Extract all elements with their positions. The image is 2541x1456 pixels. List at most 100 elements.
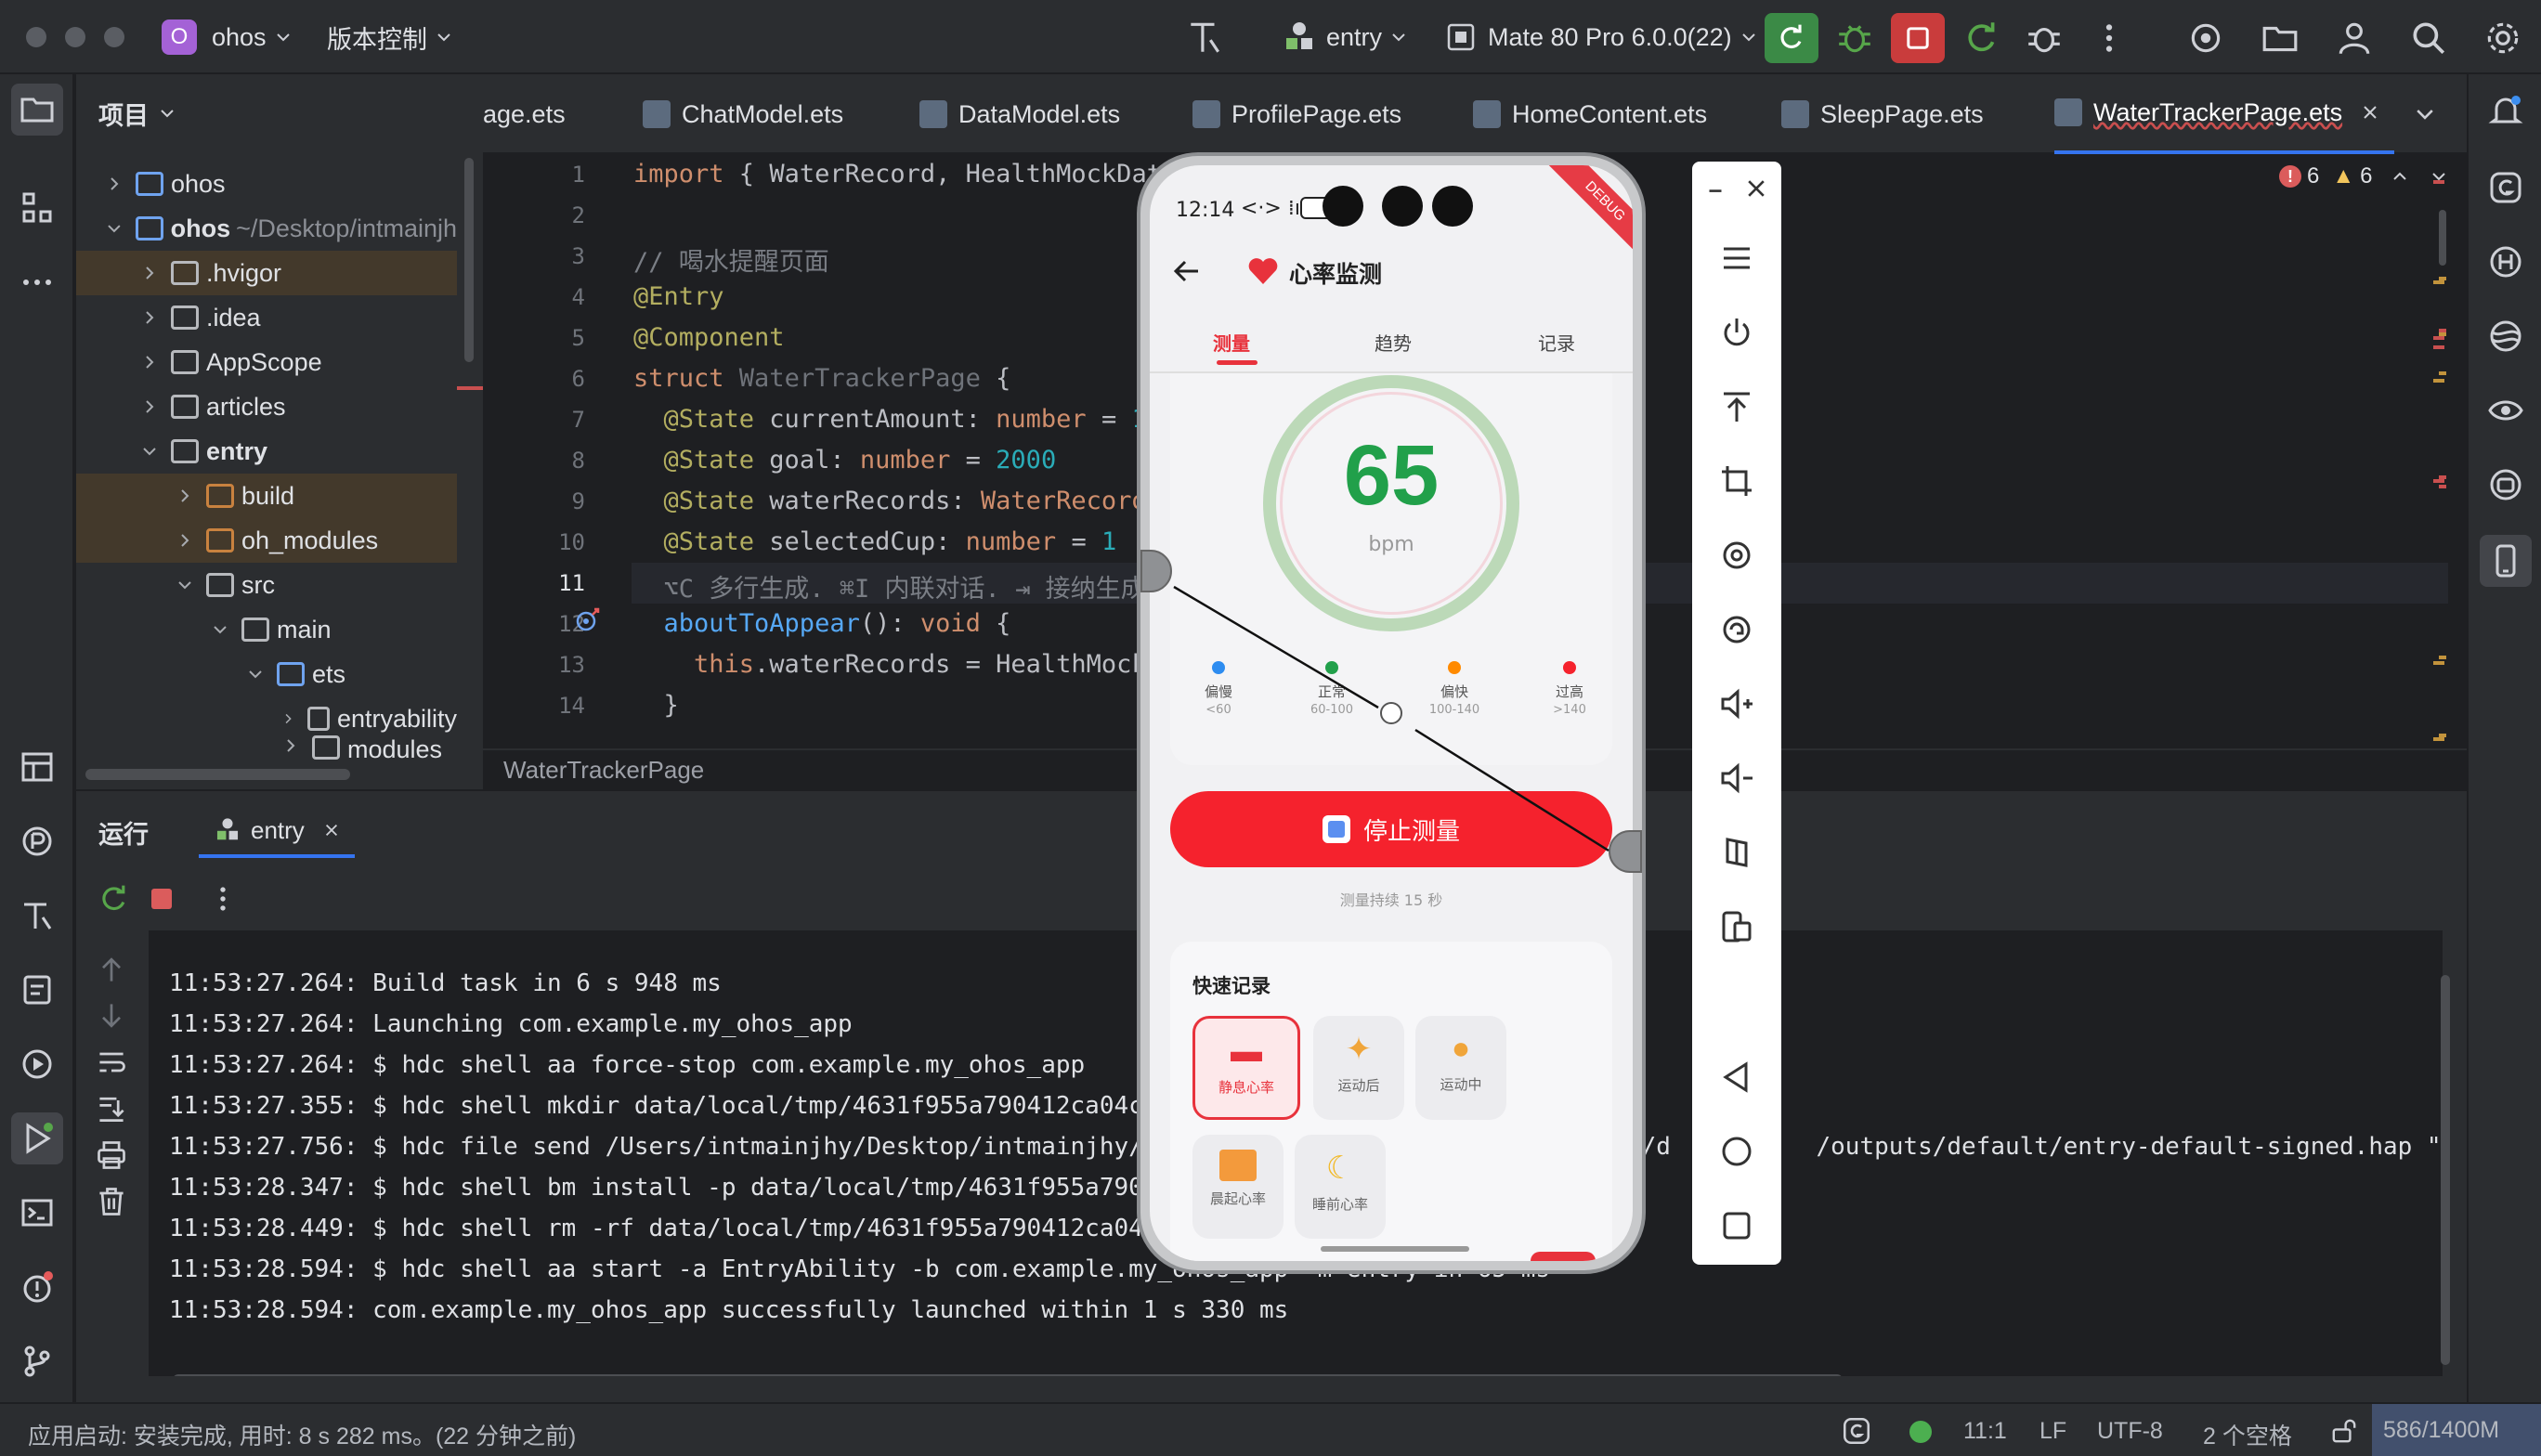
pin-top-icon[interactable] (1718, 388, 1755, 425)
project-panel-header[interactable]: 项目 (98, 93, 176, 134)
implements-marker-icon[interactable] (574, 605, 602, 633)
tree-item[interactable]: src (76, 563, 457, 607)
close-window-button[interactable] (26, 27, 46, 47)
profiler-icon[interactable] (19, 823, 56, 860)
tab-records[interactable]: 记录 (1538, 329, 1575, 356)
minimize-icon[interactable] (1703, 176, 1727, 201)
scroll-down-icon[interactable] (95, 999, 128, 1033)
vcs-menu[interactable]: 版本控制 (327, 19, 453, 56)
print-icon[interactable] (95, 1138, 128, 1172)
recents-nav-icon[interactable] (1718, 1207, 1755, 1244)
scroll-to-end-icon[interactable] (95, 1092, 128, 1125)
tree-item[interactable]: modules (76, 735, 457, 763)
preview-icon[interactable] (2487, 392, 2524, 429)
caret-position[interactable]: 11:1 (1963, 1418, 2007, 1445)
todo-icon[interactable] (19, 971, 56, 1008)
close-icon[interactable] (323, 822, 340, 838)
tree-scrollbar[interactable] (464, 158, 474, 362)
structure-icon[interactable] (19, 189, 56, 227)
line-separator[interactable]: LF (2039, 1418, 2066, 1445)
robot-icon[interactable] (2487, 466, 2524, 503)
notifications-icon[interactable] (2487, 93, 2524, 130)
run-icon[interactable] (19, 1120, 56, 1157)
memory-indicator[interactable]: 586/1400M (2372, 1404, 2541, 1456)
quick-item-resting[interactable]: ▬ 静息心率 (1192, 1016, 1300, 1120)
project-selector[interactable]: O ohos (162, 19, 293, 56)
quick-item-morning[interactable]: 晨起心率 (1192, 1135, 1284, 1239)
quick-item-after-exercise[interactable]: ✦ 运动后 (1313, 1016, 1404, 1120)
rerun-button[interactable] (1765, 13, 1818, 63)
warning-stripe[interactable] (2439, 656, 2446, 659)
debug-icon[interactable] (1835, 19, 1874, 58)
folder-icon[interactable] (19, 91, 56, 128)
error-stripe[interactable] (2433, 336, 2444, 340)
layout-icon[interactable] (19, 748, 56, 786)
more-options-icon[interactable] (206, 882, 240, 916)
touch-center-point[interactable] (1380, 702, 1402, 724)
services-icon[interactable] (19, 1046, 56, 1083)
quick-item-bedtime[interactable]: ☾ 睡前心率 (1295, 1135, 1386, 1239)
tab-watertrackerpage[interactable]: WaterTrackerPage.ets (2054, 74, 2395, 154)
back-nav-icon[interactable] (1718, 1059, 1755, 1096)
database-icon[interactable] (2487, 318, 2524, 355)
volume-down-icon[interactable] (1718, 760, 1755, 797)
device-connected-icon[interactable] (1909, 1421, 1932, 1443)
phone-icon[interactable] (2487, 542, 2524, 579)
warning-stripe[interactable] (2433, 379, 2444, 383)
codegenie-status-icon[interactable] (1841, 1415, 1872, 1447)
back-arrow-icon[interactable] (1170, 254, 1204, 288)
close-icon[interactable] (2361, 103, 2379, 122)
folder-icon[interactable] (2261, 19, 2300, 58)
lock-icon[interactable] (2329, 1416, 2359, 1446)
more-tools-icon[interactable] (19, 264, 56, 301)
warning-stripe[interactable] (2433, 737, 2444, 741)
multi-screen-icon[interactable] (1718, 908, 1755, 945)
scroll-up-icon[interactable] (95, 953, 128, 986)
build-icon[interactable] (19, 897, 56, 934)
tab-age[interactable]: age.ets (483, 74, 566, 154)
tabs-overflow-icon[interactable] (2413, 102, 2437, 126)
menu-icon[interactable] (1718, 240, 1755, 277)
fold-icon[interactable] (1718, 834, 1755, 871)
soft-wrap-icon[interactable] (95, 1046, 128, 1079)
tab-profilepage[interactable]: ProfilePage.ets (1192, 74, 1401, 154)
ai-assistant-icon[interactable] (2186, 19, 2225, 58)
warning-stripe[interactable] (2439, 371, 2446, 375)
error-stripe[interactable] (2433, 180, 2444, 184)
device-selector[interactable]: Mate 80 Pro 6.0.0(22) (1445, 19, 1758, 56)
tree-item[interactable]: AppScope (76, 340, 457, 384)
tab-chatmodel[interactable]: ChatModel.ets (643, 74, 843, 154)
home-indicator[interactable] (1321, 1246, 1469, 1252)
volume-up-icon[interactable] (1718, 685, 1755, 722)
stop-measure-button[interactable]: 停止测量 (1170, 791, 1612, 867)
account-icon[interactable] (2335, 19, 2374, 58)
tree-item[interactable]: ohos (76, 162, 457, 206)
tab-datamodel[interactable]: DataModel.ets (919, 74, 1120, 154)
run-tab-entry[interactable]: entry (199, 806, 355, 858)
file-encoding[interactable]: UTF-8 (2097, 1418, 2163, 1445)
tree-item[interactable]: .hvigor (76, 251, 457, 295)
tree-item[interactable]: ohos ~/Desktop/intmainjh (76, 206, 457, 251)
close-icon[interactable] (1744, 176, 1768, 201)
inspection-widget[interactable]: ! 6 ▲ 6 (2279, 158, 2448, 195)
terminal-icon[interactable] (19, 1194, 56, 1231)
console-scrollbar[interactable] (2441, 975, 2450, 1365)
tab-measure[interactable]: 测量 (1213, 329, 1250, 356)
rotate-icon[interactable] (1718, 537, 1755, 574)
tree-horizontal-scrollbar[interactable] (85, 769, 350, 780)
error-stripe[interactable] (2433, 479, 2444, 483)
chevron-up-icon[interactable] (2391, 167, 2409, 186)
tree-item[interactable]: build (76, 474, 457, 518)
attach-debugger-icon[interactable] (2025, 19, 2064, 58)
tree-item[interactable]: .idea (76, 295, 457, 340)
console-horizontal-scrollbar[interactable] (173, 1374, 1843, 1376)
tab-homecontent[interactable]: HomeContent.ets (1473, 74, 1707, 154)
git-icon[interactable] (19, 1343, 56, 1380)
error-stripe[interactable] (2433, 345, 2444, 349)
warning-stripe[interactable] (2433, 661, 2444, 665)
minimize-window-button[interactable] (65, 27, 85, 47)
location-icon[interactable] (1718, 611, 1755, 648)
more-options-icon[interactable] (2090, 19, 2129, 58)
rerun-icon[interactable] (97, 882, 130, 916)
harmony-icon[interactable] (2487, 243, 2524, 280)
